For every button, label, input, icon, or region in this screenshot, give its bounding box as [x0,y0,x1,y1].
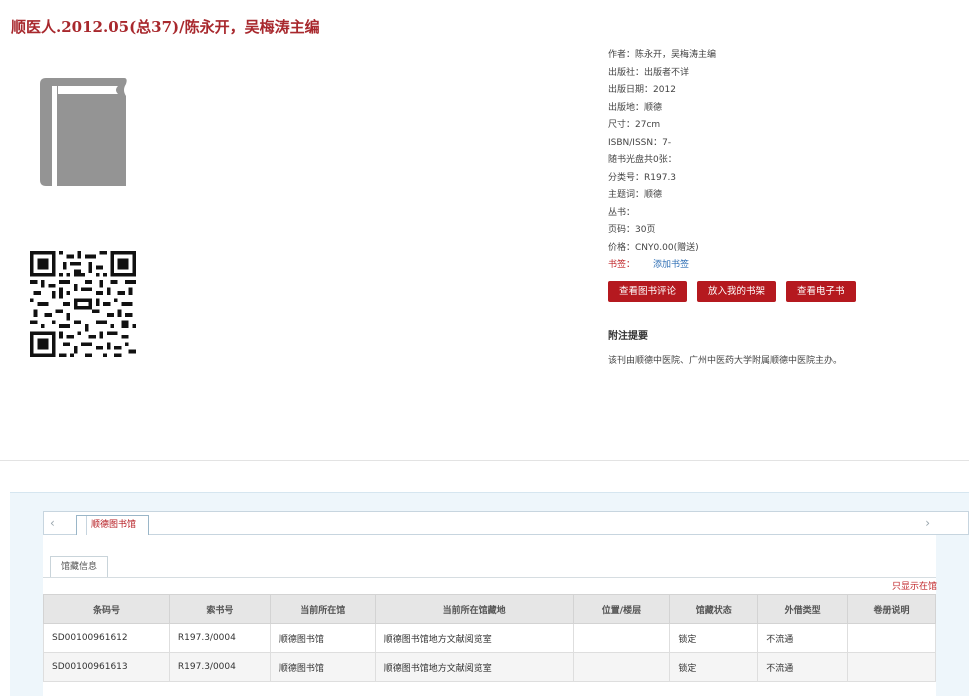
add-bookmark-link[interactable]: 添加书签 [653,260,689,270]
notes-heading: 附注提要 [608,331,648,342]
book-cover-icon [40,78,127,186]
cell-floor [572,652,671,682]
cell-floor [572,623,671,653]
section-divider [0,460,969,461]
meta-pub-date: 出版日期：2012 [608,85,676,95]
col-loan-type: 外借类型 [757,594,849,624]
table-header-row: 条码号 索书号 当前所在馆 当前所在馆藏地 位置/楼层 馆藏状态 外借类型 卷册… [43,594,936,624]
cell-location: 顺德图书馆地方文献阅览室 [374,652,574,682]
subtab-underline [43,577,936,578]
view-ebook-button[interactable]: 查看电子书 [786,281,856,302]
cell-volume-note [847,652,936,682]
qr-code-icon [30,251,136,357]
only-show-available-link[interactable]: 只显示在馆 [892,579,937,592]
meta-publisher: 出版社：出版者不详 [608,67,690,78]
meta-pages: 页码：30页 [608,225,656,235]
action-buttons: 查看图书评论 放入我的书架 查看电子书 [608,281,856,302]
meta-isbn: ISBN/ISSN：7- [608,137,672,148]
cell-status: 锁定 [669,652,759,682]
cell-call-no: R197.3/0004 [168,652,271,682]
meta-disc: 随书光盘共0张： [608,155,677,165]
col-library: 当前所在馆 [269,594,376,624]
meta-author: 作者：陈永开，吴梅涛主编 [608,50,717,60]
cell-library: 顺德图书馆 [269,652,376,682]
cell-loan-type: 不流通 [757,652,849,682]
cell-barcode: SD00100961612 [43,623,170,653]
tab-shunde-library[interactable]: 顺德图书馆 [76,515,150,536]
cell-barcode: SD00100961613 [43,652,170,682]
view-reviews-button[interactable]: 查看图书评论 [608,281,688,302]
cell-call-no: R197.3/0004 [168,623,271,653]
meta-subject: 主题词：顺德 [608,190,663,200]
table-row: SD00100961613 R197.3/0004 顺德图书馆 顺德图书馆地方文… [43,652,936,682]
col-status: 馆藏状态 [669,594,759,624]
table-row: SD00100961612 R197.3/0004 顺德图书馆 顺德图书馆地方文… [43,623,936,653]
tab-scroll-left-icon[interactable]: ‹ [50,516,55,530]
book-metadata: 作者：陈永开，吴梅涛主编 出版社：出版者不详 出版日期：2012 出版地：顺德 … [608,47,948,275]
holdings-table: 条码号 索书号 当前所在馆 当前所在馆藏地 位置/楼层 馆藏状态 外借类型 卷册… [43,594,936,682]
notes-text: 该刊由顺德中医院、广州中医药大学附属顺德中医院主办。 [608,356,843,366]
add-to-shelf-button[interactable]: 放入我的书架 [697,281,777,302]
col-call-no: 索书号 [168,594,271,624]
meta-pub-place: 出版地：顺德 [608,102,663,113]
col-volume-note: 卷册说明 [847,594,936,624]
cell-loan-type: 不流通 [757,623,849,653]
col-floor: 位置/楼层 [572,594,671,624]
meta-size: 尺寸：27cm [608,120,661,130]
book-title: 顺医人.2012.05(总37)/陈永开，吴梅涛主编 [11,18,320,36]
meta-price: 价格：CNY0.00(赠送) [608,242,699,253]
col-location: 当前所在馆藏地 [374,594,574,624]
meta-bookmark: 书签： 添加书签 [608,260,690,270]
cell-location: 顺德图书馆地方文献阅览室 [374,623,574,653]
cell-status: 锁定 [669,623,759,653]
cell-volume-note [847,623,936,653]
tab-scroll-right-icon[interactable]: › [925,516,930,530]
library-tabbar: ‹ 顺德图书馆 › [43,511,969,536]
meta-class-no: 分类号：R197.3 [608,172,677,183]
cell-library: 顺德图书馆 [269,623,376,653]
tab-holdings-info[interactable]: 馆藏信息 [50,556,109,578]
col-barcode: 条码号 [43,594,170,624]
meta-series: 丛书： [608,207,636,218]
